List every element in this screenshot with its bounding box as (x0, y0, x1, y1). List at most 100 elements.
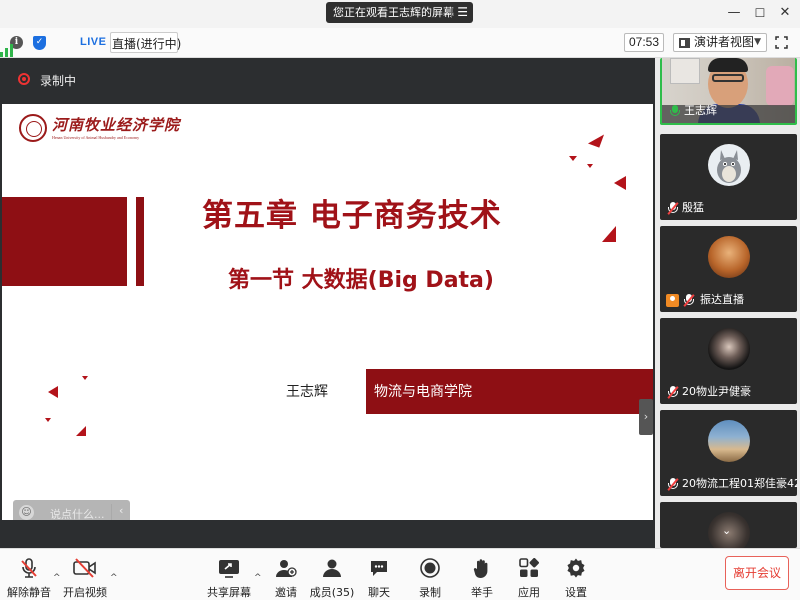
shared-screen-footer (0, 520, 655, 548)
divider (451, 7, 452, 18)
participant-name: 20物业尹健豪 (682, 385, 751, 398)
participant-name: 振达直播 (700, 293, 744, 306)
scroll-down-icon[interactable]: ⌄ (722, 524, 731, 537)
section-title: 第一节 大数据(Big Data) (228, 268, 494, 293)
meeting-controls: 解除静音 ^ 开启视频 ^ 共享屏幕 ^ 邀请 成员(35) 聊天 录制 举手 … (0, 548, 800, 600)
video-poster (670, 58, 700, 84)
leave-meeting-button[interactable]: 离开会议 (725, 556, 789, 590)
recording-bar: 录制中 (0, 58, 655, 104)
chat-input-bubble[interactable]: ☺ 说点什么... ‹ (13, 500, 130, 520)
live-badge: LIVE (80, 36, 107, 48)
gear-icon (567, 558, 585, 578)
chat-button[interactable]: 聊天 (364, 549, 394, 600)
emoji-icon[interactable]: ☺ (19, 505, 34, 520)
avatar (708, 144, 750, 186)
school-logo-english: Henan University of Animal Husbandry and… (52, 135, 140, 140)
decorative-triangle (587, 130, 605, 148)
participant-tile[interactable]: 振达直播 (660, 226, 797, 312)
participant-panel: 王志辉 殷猛 振达直播 20物业尹健豪 20物流工程01郑佳豪42 ⌄ (655, 58, 800, 548)
record-icon (420, 558, 440, 578)
video-options-chevron-icon[interactable]: ^ (110, 573, 118, 583)
meeting-timer: 07:53 (624, 33, 664, 52)
school-seal-logo (19, 114, 47, 142)
microphone-muted-icon (683, 294, 695, 307)
participant-name: 王志辉 (684, 104, 717, 117)
start-video-label: 开启视频 (63, 586, 107, 599)
decorative-triangle (602, 226, 616, 242)
totoro-avatar-icon (717, 150, 741, 183)
microphone-muted-icon (667, 202, 679, 215)
live-status: 直播(进行中) (112, 37, 182, 51)
minimize-button[interactable]: — (724, 4, 744, 22)
invite-user-icon (276, 560, 297, 577)
record-button[interactable]: 录制 (415, 549, 445, 600)
department-name: 物流与电商学院 (374, 384, 472, 400)
screen-share-notice-text: 您正在观看王志辉的屏幕 (333, 6, 454, 19)
participant-tile[interactable]: 20物流工程01郑佳豪42 (660, 410, 797, 496)
view-mode-dropdown[interactable]: 演讲者视图 ▼ (673, 33, 767, 52)
participant-tile[interactable]: ⌄ (660, 502, 797, 548)
chapter-title: 第五章 电子商务技术 (202, 198, 502, 234)
author-name: 王志辉 (286, 384, 328, 400)
title-bar: 您正在观看王志辉的屏幕 ☰ — ☐ ✕ (0, 0, 800, 28)
share-screen-button[interactable]: 共享屏幕 (207, 549, 251, 600)
decorative-triangle (48, 386, 58, 398)
participant-name: 20物流工程01郑佳豪42 (682, 477, 797, 490)
decorative-triangle (614, 176, 626, 190)
participant-tile[interactable]: 20物业尹健豪 (660, 318, 797, 404)
chevron-down-icon: ▼ (754, 37, 761, 47)
chat-icon (371, 561, 387, 576)
menu-icon[interactable]: ☰ (457, 2, 468, 23)
view-mode-label: 演讲者视图 (694, 35, 755, 49)
speaker-glasses (712, 74, 744, 82)
decorative-red-stripe (136, 197, 144, 286)
name-bar (662, 105, 795, 123)
school-logo-name: 河南牧业经济学院 (52, 116, 181, 134)
settings-label: 设置 (565, 586, 587, 599)
apps-grid-icon (519, 558, 539, 577)
decorative-triangle (569, 156, 577, 161)
panel-toggle-chevron-icon[interactable]: › (639, 399, 653, 435)
chevron-left-icon[interactable]: ‹ (119, 504, 123, 517)
settings-button[interactable]: 设置 (561, 549, 591, 600)
avatar (708, 328, 750, 370)
decorative-triangle (82, 376, 88, 380)
shield-icon[interactable]: ✓ (33, 36, 46, 50)
speaker-hair (708, 58, 748, 72)
microphone-muted-icon (667, 386, 679, 399)
apps-button[interactable]: 应用 (514, 549, 544, 600)
raise-hand-button[interactable]: 举手 (467, 549, 497, 600)
fullscreen-icon[interactable] (775, 36, 788, 49)
meeting-toolbar: i ✓ LIVE 直播(进行中) 07:53 演讲者视图 ▼ (0, 28, 800, 58)
shared-screen-area: 录制中 河南牧业经济学院 Henan University of Animal … (0, 58, 655, 548)
participant-tile[interactable]: 殷猛 (660, 134, 797, 220)
decorative-red-block (2, 197, 127, 286)
host-icon (666, 294, 679, 307)
avatar (708, 420, 750, 462)
audio-options-chevron-icon[interactable]: ^ (53, 573, 61, 583)
unmute-button[interactable]: 解除静音 (7, 549, 51, 600)
divider (111, 504, 112, 520)
decorative-triangle (587, 164, 593, 168)
layout-icon (679, 38, 690, 48)
microphone-on-icon (669, 105, 681, 118)
close-button[interactable]: ✕ (775, 4, 795, 22)
recording-label: 录制中 (40, 74, 77, 88)
share-options-chevron-icon[interactable]: ^ (254, 573, 262, 583)
microphone-muted-icon (667, 478, 679, 491)
decorative-triangle (45, 418, 51, 422)
maximize-button[interactable]: ☐ (750, 4, 770, 22)
video-object (766, 66, 794, 106)
screen-share-notice[interactable]: 您正在观看王志辉的屏幕 ☰ (326, 2, 473, 23)
share-screen-icon (219, 560, 239, 578)
camera-off-icon (73, 558, 96, 578)
raise-hand-icon (473, 559, 488, 578)
microphone-muted-icon (21, 558, 37, 578)
recording-icon (18, 73, 30, 85)
participant-tile-speaker[interactable]: 王志辉 (660, 58, 797, 125)
participant-name: 殷猛 (682, 201, 704, 214)
start-video-button[interactable]: 开启视频 (63, 549, 107, 600)
decorative-triangle (76, 426, 86, 436)
chat-placeholder[interactable]: 说点什么... (50, 506, 105, 520)
avatar (708, 236, 750, 278)
